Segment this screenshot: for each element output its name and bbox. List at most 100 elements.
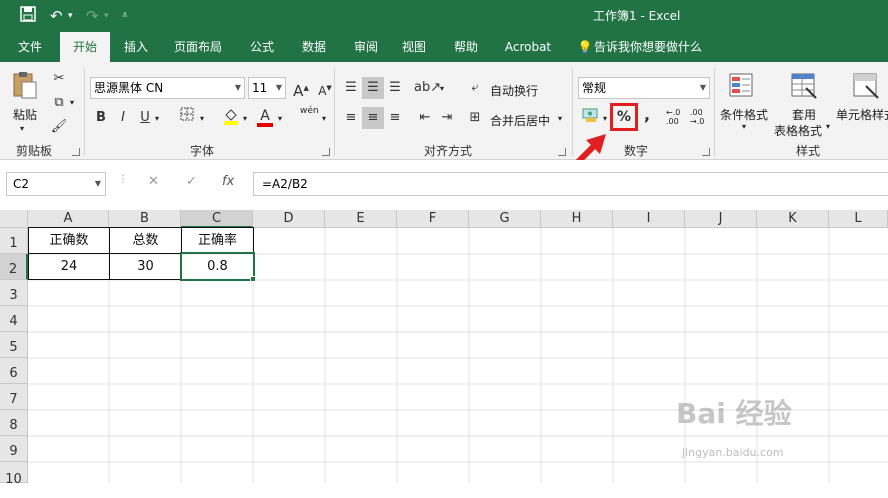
phonetic-dropdown-icon[interactable]: ▾ [322, 114, 326, 123]
increase-decimal-button[interactable]: ←.0 .00 [666, 108, 686, 126]
row-header-4[interactable]: 4 [0, 306, 28, 332]
clipboard-launcher-icon[interactable] [72, 148, 80, 156]
wrap-text-button[interactable]: 自动换行 [490, 82, 538, 99]
name-box[interactable]: C2 ▼ [6, 172, 106, 196]
wrap-text-icon[interactable]: ⤶ [464, 77, 486, 99]
align-center-icon[interactable]: ≡ [362, 107, 384, 129]
row-header-5[interactable]: 5 [0, 332, 28, 358]
underline-button[interactable]: U [134, 107, 156, 129]
align-right-icon[interactable]: ≡ [384, 107, 406, 129]
redo-dropdown-icon[interactable]: ▾ [104, 6, 109, 26]
column-header-l[interactable]: L [829, 210, 888, 228]
format-painter-icon[interactable]: 🖌 [48, 116, 70, 138]
save-icon[interactable] [20, 6, 36, 26]
font-color-dropdown-icon[interactable]: ▾ [278, 114, 282, 123]
orientation-dropdown-icon[interactable]: ▾ [440, 84, 444, 93]
cell-a1[interactable]: 正确数 [28, 227, 110, 254]
fill-color-icon[interactable] [220, 107, 242, 129]
column-header-k[interactable]: K [757, 210, 829, 228]
merge-dropdown-icon[interactable]: ▾ [558, 114, 562, 123]
tell-me-search[interactable]: 告诉我你想要做什么 [594, 32, 714, 62]
cell-a2[interactable]: 24 [28, 253, 110, 280]
borders-dropdown-icon[interactable]: ▾ [200, 114, 204, 123]
align-middle-icon[interactable]: ☰ [362, 77, 384, 99]
borders-icon[interactable] [176, 107, 198, 129]
tab-page-layout[interactable]: 页面布局 [166, 32, 230, 62]
accounting-format-icon[interactable] [580, 107, 602, 129]
align-left-icon[interactable]: ≡ [340, 107, 362, 129]
column-header-d[interactable]: D [253, 210, 325, 228]
copy-icon[interactable]: ⧉ [48, 92, 70, 114]
enter-icon[interactable]: ✓ [186, 174, 197, 189]
tab-file[interactable]: 文件 [8, 32, 52, 62]
font-name-select[interactable]: 思源黑体 CN ▼ [90, 77, 245, 99]
format-as-table-label[interactable]: 套用 [792, 106, 816, 123]
font-color-icon[interactable]: A [254, 105, 276, 127]
cut-icon[interactable]: ✂ [48, 68, 70, 90]
row-header-1[interactable]: 1 [0, 228, 28, 254]
tab-insert[interactable]: 插入 [114, 32, 158, 62]
column-header-f[interactable]: F [397, 210, 469, 228]
row-header-2[interactable]: 2 [0, 254, 28, 280]
column-header-a[interactable]: A [28, 210, 109, 228]
column-header-b[interactable]: B [109, 210, 181, 228]
italic-button[interactable]: I [112, 107, 134, 129]
paste-dropdown-icon[interactable]: ▾ [20, 124, 24, 133]
orientation-icon[interactable]: ab↗ [414, 77, 441, 99]
row-header-8[interactable]: 8 [0, 410, 28, 436]
merge-center-icon[interactable]: ⊞ [464, 107, 486, 129]
tab-acrobat[interactable]: Acrobat [498, 32, 558, 62]
column-header-e[interactable]: E [325, 210, 397, 228]
phonetic-guide-icon[interactable]: wén [300, 106, 319, 116]
align-top-icon[interactable]: ☰ [340, 77, 362, 99]
cancel-icon[interactable]: ✕ [148, 174, 159, 189]
cell-styles-icon[interactable] [852, 72, 880, 103]
conditional-formatting-button[interactable]: 条件格式 [720, 106, 768, 123]
column-header-h[interactable]: H [541, 210, 613, 228]
more-options-icon[interactable]: ⋮ [118, 174, 128, 185]
insert-function-icon[interactable]: fx [222, 174, 234, 189]
underline-dropdown-icon[interactable]: ▾ [155, 114, 159, 123]
number-launcher-icon[interactable] [702, 148, 710, 156]
decrease-decimal-button[interactable]: .00 →.0 [690, 108, 710, 126]
cell-styles-button[interactable]: 单元格样式 [836, 106, 888, 123]
select-all-corner[interactable] [0, 210, 28, 228]
row-header-3[interactable]: 3 [0, 280, 28, 306]
tab-view[interactable]: 视图 [392, 32, 436, 62]
cell-b2[interactable]: 30 [109, 253, 182, 280]
shrink-font-icon[interactable]: A▼ [314, 77, 336, 99]
row-header-7[interactable]: 7 [0, 384, 28, 410]
comma-style-button[interactable]: , [636, 104, 658, 126]
column-header-j[interactable]: J [685, 210, 757, 228]
column-header-i[interactable]: I [613, 210, 685, 228]
row-header-6[interactable]: 6 [0, 358, 28, 384]
format-as-table-icon[interactable] [790, 72, 818, 103]
decrease-indent-icon[interactable]: ⇤ [414, 107, 436, 129]
increase-indent-icon[interactable]: ⇥ [436, 107, 458, 129]
align-bottom-icon[interactable]: ☰ [384, 77, 406, 99]
accounting-dropdown-icon[interactable]: ▾ [603, 114, 607, 123]
conditional-formatting-icon[interactable] [728, 72, 756, 103]
format-as-table-button[interactable]: 表格格式 [774, 122, 822, 139]
customize-quick-access-icon[interactable]: ⩡ [122, 6, 128, 26]
row-header-9[interactable]: 9 [0, 436, 28, 462]
column-header-g[interactable]: G [469, 210, 541, 228]
fill-color-dropdown-icon[interactable]: ▾ [243, 114, 247, 123]
number-format-select[interactable]: 常规 ▼ [578, 77, 710, 99]
tab-home[interactable]: 开始 [60, 32, 110, 62]
copy-dropdown-icon[interactable]: ▾ [70, 98, 74, 107]
tab-help[interactable]: 帮助 [444, 32, 488, 62]
formula-input[interactable]: =A2/B2 [253, 172, 888, 196]
paste-icon[interactable] [10, 70, 42, 100]
undo-icon[interactable]: ↶ [50, 6, 63, 26]
merge-center-button[interactable]: 合并后居中 [490, 112, 550, 129]
fill-handle[interactable] [250, 276, 256, 282]
row-header-10[interactable]: 10 [0, 462, 28, 487]
format-table-dropdown-icon[interactable]: ▾ [826, 122, 830, 131]
tab-review[interactable]: 审阅 [344, 32, 388, 62]
tab-formulas[interactable]: 公式 [240, 32, 284, 62]
cell-b1[interactable]: 总数 [109, 227, 182, 254]
grow-font-icon[interactable]: A▲ [290, 77, 312, 100]
font-launcher-icon[interactable] [322, 148, 330, 156]
column-header-c[interactable]: C [181, 210, 253, 228]
